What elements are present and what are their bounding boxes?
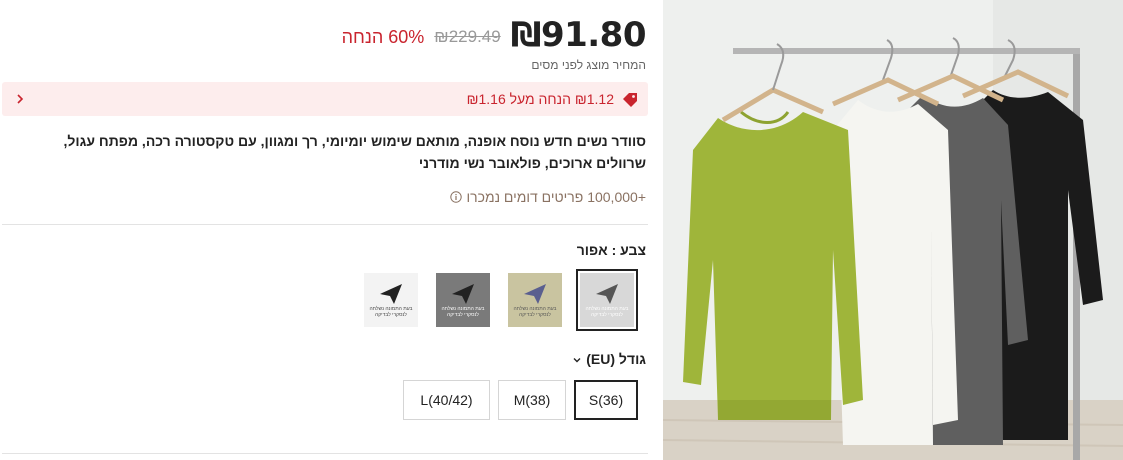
product-image[interactable] <box>663 0 1123 460</box>
current-price: ₪91.80 <box>510 15 647 55</box>
size-selector-header[interactable]: גודל (EU) <box>572 351 646 367</box>
divider <box>2 224 648 225</box>
product-info-panel: ₪91.80 ₪229.49 60% הנחה המחיר מוצג לפני … <box>0 0 648 460</box>
swatch-caption: בעת התמונה נשלחה לנסקרי לבדיקה <box>585 306 629 318</box>
swatch-gray[interactable]: בעת התמונה נשלחה לנסקרי לבדיקה <box>576 269 638 331</box>
swatch-khaki[interactable]: בעת התמונה נשלחה לנסקרי לבדיקה <box>504 269 566 331</box>
swatch-white[interactable]: בעת התמונה נשלחה לנסקרי לבדיקה <box>360 269 422 331</box>
send-icon <box>380 284 402 304</box>
send-icon <box>524 284 546 304</box>
coupon-text: ₪1.12 הנחה מעל ₪1.16 <box>466 91 614 107</box>
size-option-s[interactable]: S(36) <box>574 380 638 420</box>
color-swatches: בעת התמונה נשלחה לנסקרי לבדיקה בעת התמונ… <box>360 269 638 331</box>
product-title: סוודר נשים חדש נוסח אופנה, מותאם שימוש י… <box>63 133 646 171</box>
original-price: ₪229.49 <box>434 27 501 46</box>
swatch-thumbnail: בעת התמונה נשלחה לנסקרי לבדיקה <box>580 273 634 327</box>
chevron-right-icon <box>17 94 24 104</box>
swatch-dark-gray[interactable]: בעת התמונה נשלחה לנסקרי לבדיקה <box>432 269 494 331</box>
swatch-thumbnail: בעת התמונה נשלחה לנסקרי לבדיקה <box>364 273 418 327</box>
swatch-thumbnail: בעת התמונה נשלחה לנסקרי לבדיקה <box>508 273 562 327</box>
sold-count-text: +100,000 פריטים דומים נמכרו <box>466 189 646 205</box>
sold-count: +100,000 פריטים דומים נמכרו <box>450 189 646 205</box>
price-row: ₪91.80 ₪229.49 60% הנחה <box>341 14 647 56</box>
size-option-m[interactable]: M(38) <box>498 380 566 420</box>
tag-icon <box>623 93 637 107</box>
send-icon <box>452 284 474 304</box>
info-icon[interactable] <box>450 191 463 203</box>
size-option-l[interactable]: L(40/42) <box>403 380 490 420</box>
swatch-caption: בעת התמונה נשלחה לנסקרי לבדיקה <box>441 306 485 318</box>
chevron-down-icon <box>573 358 581 363</box>
swatch-thumbnail: בעת התמונה נשלחה לנסקרי לבדיקה <box>436 273 490 327</box>
tax-note: המחיר מוצג לפני מסים <box>531 58 646 72</box>
swatch-caption: בעת התמונה נשלחה לנסקרי לבדיקה <box>369 306 413 318</box>
size-options: S(36) M(38) L(40/42) <box>403 380 638 420</box>
size-label: גודל (EU) <box>586 351 646 367</box>
swatch-caption: בעת התמונה נשלחה לנסקרי לבדיקה <box>513 306 557 318</box>
coupon-banner[interactable]: ₪1.12 הנחה מעל ₪1.16 <box>2 82 648 116</box>
color-label: צבע : אפור <box>576 242 646 258</box>
discount-label: 60% הנחה <box>341 26 425 47</box>
send-icon <box>596 284 618 304</box>
sweaters-on-rack-illustration <box>663 0 1123 460</box>
divider <box>2 453 648 454</box>
